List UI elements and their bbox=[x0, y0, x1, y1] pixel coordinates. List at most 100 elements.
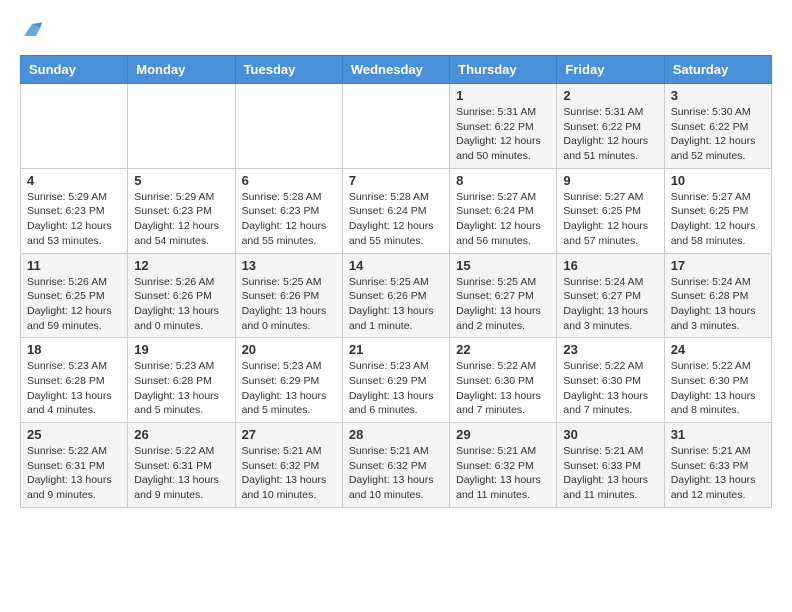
calendar-week-row: 18 Sunrise: 5:23 AM Sunset: 6:28 PM Dayli… bbox=[21, 338, 772, 423]
calendar-cell: 22Sunrise: 5:22 AM Sunset: 6:30 PM Dayli… bbox=[450, 338, 557, 423]
day-number: 16 bbox=[563, 258, 657, 273]
day-number: 2 bbox=[563, 88, 657, 103]
day-number: 4 bbox=[27, 173, 121, 188]
calendar-cell: 19 Sunrise: 5:23 AM Sunset: 6:28 PM Dayli… bbox=[128, 338, 235, 423]
logo bbox=[20, 20, 48, 45]
day-number: 12 bbox=[134, 258, 228, 273]
day-number: 23 bbox=[563, 342, 657, 357]
calendar-header-tuesday: Tuesday bbox=[235, 56, 342, 84]
calendar-header-thursday: Thursday bbox=[450, 56, 557, 84]
day-number: 24 bbox=[671, 342, 765, 357]
day-number: 3 bbox=[671, 88, 765, 103]
general-blue-icon bbox=[20, 20, 44, 40]
calendar-cell: 8 Sunrise: 5:27 AM Sunset: 6:24 PM Daylig… bbox=[450, 168, 557, 253]
day-info: Sunrise: 5:24 AM Sunset: 6:28 PM Dayligh… bbox=[671, 275, 765, 334]
calendar-cell: 9Sunrise: 5:27 AM Sunset: 6:25 PM Daylig… bbox=[557, 168, 664, 253]
day-info: Sunrise: 5:25 AM Sunset: 6:26 PM Dayligh… bbox=[349, 275, 443, 334]
calendar-cell: 26 Sunrise: 5:22 AM Sunset: 6:31 PM Dayli… bbox=[128, 423, 235, 508]
calendar-cell: 6 Sunrise: 5:28 AM Sunset: 6:23 PM Daylig… bbox=[235, 168, 342, 253]
day-info: Sunrise: 5:23 AM Sunset: 6:28 PM Dayligh… bbox=[27, 359, 121, 418]
calendar-cell: 11 Sunrise: 5:26 AM Sunset: 6:25 PM Dayli… bbox=[21, 253, 128, 338]
day-info: Sunrise: 5:28 AM Sunset: 6:24 PM Dayligh… bbox=[349, 190, 443, 249]
day-info: Sunrise: 5:25 AM Sunset: 6:26 PM Dayligh… bbox=[242, 275, 336, 334]
day-info: Sunrise: 5:26 AM Sunset: 6:26 PM Dayligh… bbox=[134, 275, 228, 334]
day-number: 28 bbox=[349, 427, 443, 442]
calendar-week-row: 25 Sunrise: 5:22 AM Sunset: 6:31 PM Dayli… bbox=[21, 423, 772, 508]
day-info: Sunrise: 5:21 AM Sunset: 6:32 PM Dayligh… bbox=[349, 444, 443, 503]
calendar-cell: 18 Sunrise: 5:23 AM Sunset: 6:28 PM Dayli… bbox=[21, 338, 128, 423]
day-info: Sunrise: 5:21 AM Sunset: 6:33 PM Dayligh… bbox=[671, 444, 765, 503]
calendar-cell: 30Sunrise: 5:21 AM Sunset: 6:33 PM Dayli… bbox=[557, 423, 664, 508]
day-info: Sunrise: 5:31 AM Sunset: 6:22 PM Dayligh… bbox=[456, 105, 550, 164]
day-number: 7 bbox=[349, 173, 443, 188]
day-info: Sunrise: 5:27 AM Sunset: 6:24 PM Dayligh… bbox=[456, 190, 550, 249]
day-info: Sunrise: 5:28 AM Sunset: 6:23 PM Dayligh… bbox=[242, 190, 336, 249]
calendar-cell: 23 Sunrise: 5:22 AM Sunset: 6:30 PM Dayli… bbox=[557, 338, 664, 423]
day-number: 17 bbox=[671, 258, 765, 273]
calendar-cell: 12 Sunrise: 5:26 AM Sunset: 6:26 PM Dayli… bbox=[128, 253, 235, 338]
day-info: Sunrise: 5:22 AM Sunset: 6:30 PM Dayligh… bbox=[456, 359, 550, 418]
day-info: Sunrise: 5:22 AM Sunset: 6:31 PM Dayligh… bbox=[134, 444, 228, 503]
calendar-cell bbox=[235, 84, 342, 169]
day-number: 27 bbox=[242, 427, 336, 442]
calendar-cell bbox=[128, 84, 235, 169]
day-number: 11 bbox=[27, 258, 121, 273]
calendar-cell: 5 Sunrise: 5:29 AM Sunset: 6:23 PM Daylig… bbox=[128, 168, 235, 253]
calendar-cell: 27 Sunrise: 5:21 AM Sunset: 6:32 PM Dayli… bbox=[235, 423, 342, 508]
day-number: 31 bbox=[671, 427, 765, 442]
day-number: 8 bbox=[456, 173, 550, 188]
calendar-cell: 29Sunrise: 5:21 AM Sunset: 6:32 PM Dayli… bbox=[450, 423, 557, 508]
day-info: Sunrise: 5:31 AM Sunset: 6:22 PM Dayligh… bbox=[563, 105, 657, 164]
calendar-cell: 24 Sunrise: 5:22 AM Sunset: 6:30 PM Dayli… bbox=[664, 338, 771, 423]
calendar-cell: 4 Sunrise: 5:29 AM Sunset: 6:23 PM Daylig… bbox=[21, 168, 128, 253]
day-number: 13 bbox=[242, 258, 336, 273]
day-number: 25 bbox=[27, 427, 121, 442]
day-info: Sunrise: 5:23 AM Sunset: 6:29 PM Dayligh… bbox=[349, 359, 443, 418]
calendar-header-wednesday: Wednesday bbox=[342, 56, 449, 84]
day-info: Sunrise: 5:24 AM Sunset: 6:27 PM Dayligh… bbox=[563, 275, 657, 334]
calendar-week-row: 4 Sunrise: 5:29 AM Sunset: 6:23 PM Daylig… bbox=[21, 168, 772, 253]
calendar-cell: 1 Sunrise: 5:31 AM Sunset: 6:22 PM Daylig… bbox=[450, 84, 557, 169]
day-number: 19 bbox=[134, 342, 228, 357]
day-number: 15 bbox=[456, 258, 550, 273]
calendar-week-row: 11 Sunrise: 5:26 AM Sunset: 6:25 PM Dayli… bbox=[21, 253, 772, 338]
day-info: Sunrise: 5:22 AM Sunset: 6:30 PM Dayligh… bbox=[671, 359, 765, 418]
day-number: 9 bbox=[563, 173, 657, 188]
day-number: 6 bbox=[242, 173, 336, 188]
calendar-cell: 21Sunrise: 5:23 AM Sunset: 6:29 PM Dayli… bbox=[342, 338, 449, 423]
day-info: Sunrise: 5:29 AM Sunset: 6:23 PM Dayligh… bbox=[27, 190, 121, 249]
day-info: Sunrise: 5:21 AM Sunset: 6:32 PM Dayligh… bbox=[242, 444, 336, 503]
calendar-cell: 15 Sunrise: 5:25 AM Sunset: 6:27 PM Dayli… bbox=[450, 253, 557, 338]
calendar-cell: 17 Sunrise: 5:24 AM Sunset: 6:28 PM Dayli… bbox=[664, 253, 771, 338]
calendar-cell: 31 Sunrise: 5:21 AM Sunset: 6:33 PM Dayli… bbox=[664, 423, 771, 508]
calendar-header-friday: Friday bbox=[557, 56, 664, 84]
calendar-cell: 7 Sunrise: 5:28 AM Sunset: 6:24 PM Daylig… bbox=[342, 168, 449, 253]
header bbox=[20, 20, 772, 45]
calendar-cell: 16 Sunrise: 5:24 AM Sunset: 6:27 PM Dayli… bbox=[557, 253, 664, 338]
day-number: 18 bbox=[27, 342, 121, 357]
day-info: Sunrise: 5:21 AM Sunset: 6:32 PM Dayligh… bbox=[456, 444, 550, 503]
calendar-cell: 25 Sunrise: 5:22 AM Sunset: 6:31 PM Dayli… bbox=[21, 423, 128, 508]
calendar-header-sunday: Sunday bbox=[21, 56, 128, 84]
day-number: 30 bbox=[563, 427, 657, 442]
day-info: Sunrise: 5:26 AM Sunset: 6:25 PM Dayligh… bbox=[27, 275, 121, 334]
calendar-cell: 28 Sunrise: 5:21 AM Sunset: 6:32 PM Dayli… bbox=[342, 423, 449, 508]
day-info: Sunrise: 5:25 AM Sunset: 6:27 PM Dayligh… bbox=[456, 275, 550, 334]
day-info: Sunrise: 5:23 AM Sunset: 6:28 PM Dayligh… bbox=[134, 359, 228, 418]
calendar-cell: 14 Sunrise: 5:25 AM Sunset: 6:26 PM Dayli… bbox=[342, 253, 449, 338]
calendar-table: SundayMondayTuesdayWednesdayThursdayFrid… bbox=[20, 55, 772, 508]
day-info: Sunrise: 5:29 AM Sunset: 6:23 PM Dayligh… bbox=[134, 190, 228, 249]
day-number: 20 bbox=[242, 342, 336, 357]
calendar-cell: 2 Sunrise: 5:31 AM Sunset: 6:22 PM Daylig… bbox=[557, 84, 664, 169]
calendar-cell: 3Sunrise: 5:30 AM Sunset: 6:22 PM Daylig… bbox=[664, 84, 771, 169]
calendar-cell bbox=[342, 84, 449, 169]
calendar-cell: 20Sunrise: 5:23 AM Sunset: 6:29 PM Dayli… bbox=[235, 338, 342, 423]
day-number: 5 bbox=[134, 173, 228, 188]
calendar-cell: 13 Sunrise: 5:25 AM Sunset: 6:26 PM Dayli… bbox=[235, 253, 342, 338]
day-number: 26 bbox=[134, 427, 228, 442]
day-info: Sunrise: 5:22 AM Sunset: 6:31 PM Dayligh… bbox=[27, 444, 121, 503]
day-number: 1 bbox=[456, 88, 550, 103]
calendar-header-row: SundayMondayTuesdayWednesdayThursdayFrid… bbox=[21, 56, 772, 84]
day-info: Sunrise: 5:22 AM Sunset: 6:30 PM Dayligh… bbox=[563, 359, 657, 418]
day-number: 14 bbox=[349, 258, 443, 273]
